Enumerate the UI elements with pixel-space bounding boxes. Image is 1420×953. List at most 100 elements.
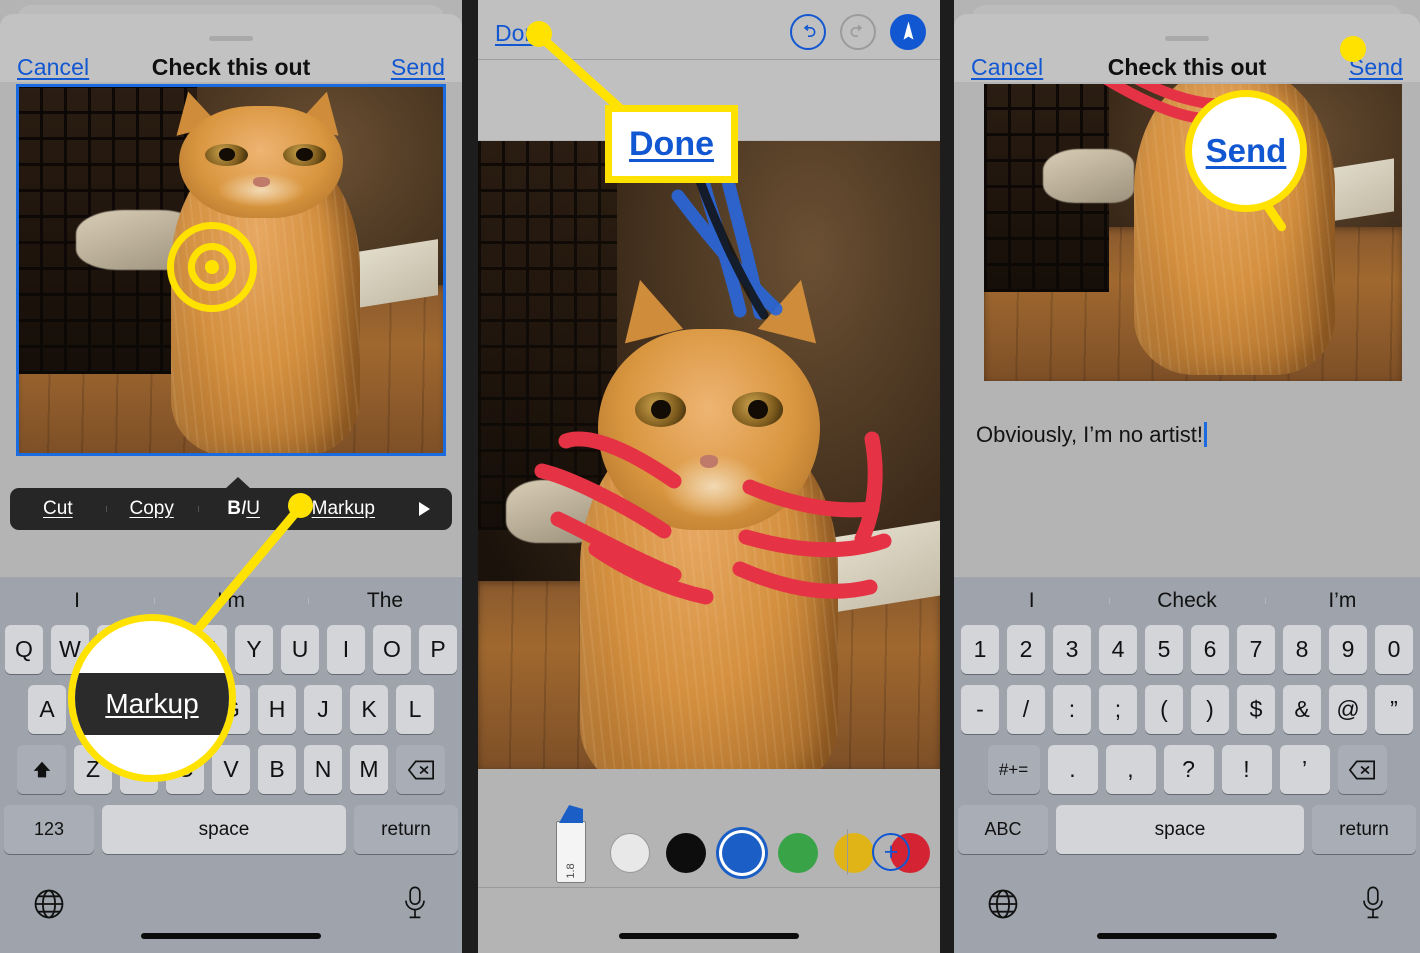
key-exclamation[interactable]: ! <box>1221 745 1272 794</box>
palette-divider <box>847 829 848 875</box>
key-o[interactable]: O <box>373 625 411 674</box>
key-4[interactable]: 4 <box>1099 625 1137 674</box>
format-biu-menu-item[interactable]: BIU <box>197 498 290 520</box>
key-apostrophe[interactable]: ’ <box>1279 745 1330 794</box>
key-u[interactable]: U <box>281 625 319 674</box>
markup-callout-label: Markup <box>105 688 199 719</box>
done-callout: Done <box>605 105 738 183</box>
keyboard-qwerty[interactable]: I I’m The Q W E R T Y U I O P A S D F <box>0 577 462 953</box>
key-y[interactable]: Y <box>235 625 273 674</box>
prediction-0[interactable]: I <box>0 589 154 613</box>
key-2[interactable]: 2 <box>1007 625 1045 674</box>
three-panel-tutorial: Cancel Check this out Send Cut Copy B I … <box>0 0 1420 953</box>
key-9[interactable]: 9 <box>1329 625 1367 674</box>
send-callout-label: Send <box>1205 132 1287 169</box>
key-slash[interactable]: / <box>1007 685 1045 734</box>
keyboard-numeric[interactable]: I Check I’m 1 2 3 4 5 6 7 8 9 0 - / : ; <box>954 577 1420 953</box>
shift-up-arrow-icon[interactable] <box>17 745 66 794</box>
key-l[interactable]: L <box>396 685 434 734</box>
abc-key[interactable]: ABC <box>958 805 1048 854</box>
key-quote[interactable]: ” <box>1375 685 1413 734</box>
color-swatch-black[interactable] <box>666 833 706 873</box>
cut-menu-item[interactable]: Cut <box>10 498 106 520</box>
key-1[interactable]: 1 <box>961 625 999 674</box>
panel-compose-ready-to-send: Cancel Check this out Send Obviously, I’… <box>954 0 1420 953</box>
key-semicolon[interactable]: ; <box>1099 685 1137 734</box>
color-swatch-yellow[interactable] <box>834 833 874 873</box>
key-8[interactable]: 8 <box>1283 625 1321 674</box>
key-7[interactable]: 7 <box>1237 625 1275 674</box>
backspace-icon[interactable] <box>396 745 445 794</box>
symbols-key[interactable]: #+= <box>987 745 1040 794</box>
key-q[interactable]: Q <box>5 625 43 674</box>
return-key[interactable]: return <box>354 805 458 854</box>
text-context-menu[interactable]: Cut Copy BIU Markup <box>10 477 452 530</box>
send-button[interactable]: Send <box>391 54 445 81</box>
color-swatch-blue-selected[interactable] <box>722 833 762 873</box>
key-comma[interactable]: , <box>1105 745 1156 794</box>
color-swatch-white[interactable] <box>610 833 650 873</box>
key-ampersand[interactable]: & <box>1283 685 1321 734</box>
keyboard-footer <box>0 865 462 953</box>
microphone-icon[interactable] <box>400 885 430 926</box>
key-colon[interactable]: : <box>1053 685 1091 734</box>
numbers-key[interactable]: 123 <box>4 805 94 854</box>
plus-circle-icon[interactable]: + <box>872 833 910 871</box>
key-h[interactable]: H <box>258 685 296 734</box>
key-p[interactable]: P <box>419 625 457 674</box>
key-b[interactable]: B <box>258 745 296 794</box>
key-paren-open[interactable]: ( <box>1145 685 1183 734</box>
sheet-grabber[interactable] <box>209 36 253 41</box>
space-key[interactable]: space <box>102 805 346 854</box>
key-paren-close[interactable]: ) <box>1191 685 1229 734</box>
send-magnifier-callout: Send <box>1185 90 1307 212</box>
prediction-0[interactable]: I <box>954 589 1109 613</box>
key-3[interactable]: 3 <box>1053 625 1091 674</box>
color-swatch-green[interactable] <box>778 833 818 873</box>
key-v[interactable]: V <box>212 745 250 794</box>
copy-menu-item[interactable]: Copy <box>105 498 198 520</box>
key-k[interactable]: K <box>350 685 388 734</box>
sheet-grabber[interactable] <box>1165 36 1209 41</box>
chevron-right-icon[interactable] <box>397 502 452 516</box>
highlighter-pen-icon[interactable]: 1.8 <box>556 805 586 883</box>
key-5[interactable]: 5 <box>1145 625 1183 674</box>
return-key[interactable]: return <box>1312 805 1416 854</box>
redo-circle-icon <box>840 14 876 50</box>
key-at[interactable]: @ <box>1329 685 1367 734</box>
panel-compose-with-markup-menu: Cancel Check this out Send Cut Copy B I … <box>0 0 462 953</box>
globe-icon[interactable] <box>986 887 1020 926</box>
key-6[interactable]: 6 <box>1191 625 1229 674</box>
prediction-2[interactable]: I’m <box>1264 589 1420 613</box>
keyboard-row-3: Z X C V B N M <box>4 745 458 794</box>
prediction-2[interactable]: The <box>308 589 462 613</box>
microphone-icon[interactable] <box>1358 885 1388 926</box>
key-period[interactable]: . <box>1047 745 1098 794</box>
prediction-1[interactable]: Check <box>1109 589 1264 613</box>
panel-divider-2 <box>940 0 954 953</box>
text-caret <box>1204 422 1207 447</box>
key-0[interactable]: 0 <box>1375 625 1413 674</box>
key-m[interactable]: M <box>350 745 388 794</box>
key-dollar[interactable]: $ <box>1237 685 1275 734</box>
space-key[interactable]: space <box>1056 805 1304 854</box>
message-text[interactable]: Obviously, I’m no artist! <box>976 422 1207 448</box>
key-j[interactable]: J <box>304 685 342 734</box>
key-n[interactable]: N <box>304 745 342 794</box>
markup-canvas-photo[interactable] <box>478 141 940 769</box>
keyboard-row-1: Q W E R T Y U I O P <box>4 625 458 674</box>
keyboard-row-bottom: ABC space return <box>958 805 1416 854</box>
keyboard-row-punct: #+= . , ? ! ’ <box>958 745 1416 794</box>
markup-pen-circle-icon[interactable] <box>890 14 926 50</box>
globe-icon[interactable] <box>32 887 66 926</box>
panel-divider-1 <box>462 0 478 953</box>
backspace-icon[interactable] <box>1337 745 1387 794</box>
undo-circle-icon[interactable] <box>790 14 826 50</box>
key-hyphen[interactable]: - <box>961 685 999 734</box>
message-text-value: Obviously, I’m no artist! <box>976 422 1203 447</box>
key-question[interactable]: ? <box>1163 745 1214 794</box>
panel-markup-editor: Done 1.8 + Done <box>478 0 940 953</box>
key-a[interactable]: A <box>28 685 66 734</box>
key-i[interactable]: I <box>327 625 365 674</box>
pen-size-label: 1.8 <box>565 863 577 879</box>
